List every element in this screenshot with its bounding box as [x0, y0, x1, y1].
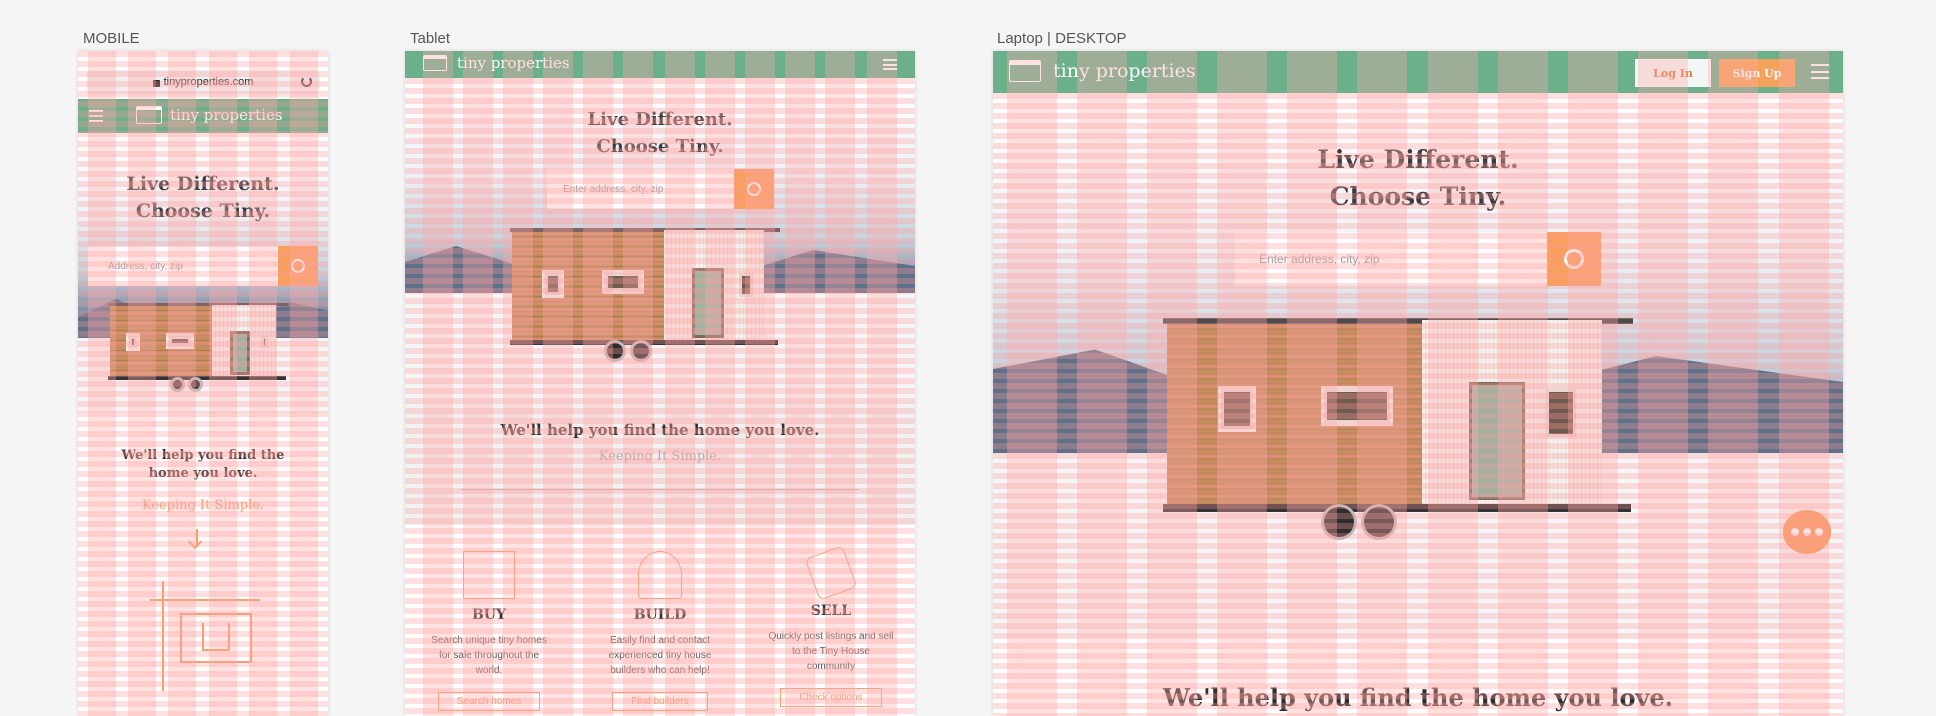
- mobile-subhead: We'll help you find the home you love.: [78, 447, 328, 483]
- sign-up-button[interactable]: Sign Up: [1719, 59, 1795, 87]
- mobile-url-text: tinyproperties.com: [163, 76, 254, 88]
- desktop-headline-line1: Live Different.: [1317, 145, 1519, 174]
- feature-buy-title: BUY: [471, 607, 507, 623]
- tablet-brand[interactable]: tiny properties: [423, 54, 570, 72]
- desktop-headline: Live Different. Choose Tiny.: [993, 141, 1843, 215]
- tablet-tiny-house-image: [510, 228, 780, 368]
- tablet-divider: [461, 489, 859, 490]
- desktop-tiny-house-image: [1163, 318, 1633, 548]
- tablet-menu-icon[interactable]: [883, 59, 897, 70]
- tablet-headline-line2: Choose Tiny.: [596, 136, 724, 157]
- tablet-brand-name: tiny properties: [457, 54, 570, 72]
- mobile-search-button[interactable]: [278, 246, 318, 286]
- desktop-headline-line2: Choose Tiny.: [1329, 182, 1507, 211]
- tablet-nav-bar: tiny properties: [405, 51, 915, 78]
- search-icon: [747, 182, 761, 196]
- tablet-tagline: Keeping It Simple.: [598, 449, 722, 464]
- feature-buy: BUY Search unique tiny homes for sale th…: [425, 551, 553, 711]
- mobile-tiny-house-image: [108, 303, 288, 393]
- mobile-brand-name: tiny properties: [170, 106, 283, 124]
- mobile-headline-line1: Live Different.: [126, 173, 280, 195]
- desktop-artboard: tiny properties Log In Sign Up Live Diff…: [993, 51, 1843, 716]
- desktop-brand[interactable]: tiny properties: [1009, 60, 1196, 82]
- feature-sell-desc: Quickly post listings and sell to the Ti…: [768, 631, 894, 672]
- feature-build: BUILD Easily find and contact experience…: [596, 551, 724, 711]
- feature-buy-desc: Search unique tiny homes for sale throug…: [431, 635, 547, 676]
- mobile-subhead-line2: home you love.: [148, 466, 258, 481]
- mobile-brand[interactable]: tiny properties: [136, 106, 283, 124]
- reload-icon[interactable]: [301, 76, 312, 87]
- mobile-nav-bar: tiny properties: [78, 99, 328, 133]
- mobile-url-bar[interactable]: tinyproperties.com: [86, 70, 320, 94]
- tablet-headline: Live Different. Choose Tiny.: [405, 106, 915, 160]
- desktop-search-button[interactable]: [1547, 232, 1601, 286]
- tiny-house-logo-icon: [136, 106, 162, 124]
- mobile-search-input[interactable]: Address, city, zip: [88, 246, 278, 286]
- tablet-search: Enter address, city, zip: [547, 169, 774, 209]
- tablet-headline-line1: Live Different.: [587, 109, 733, 130]
- find-builders-button[interactable]: Find builders: [612, 692, 708, 711]
- feature-sell-title: SELL: [810, 603, 852, 619]
- price-tag-icon: [804, 545, 858, 601]
- mobile-artboard: tinyproperties.com tiny properties Live …: [78, 51, 328, 716]
- desktop-subhead: We'll help you find the home you love.: [1162, 683, 1674, 712]
- feature-sell: SELL Quickly post listings and sell to t…: [767, 545, 895, 707]
- desktop-brand-name: tiny properties: [1053, 60, 1196, 82]
- log-in-button[interactable]: Log In: [1635, 59, 1711, 87]
- compass-tool-icon: [638, 551, 682, 599]
- tablet-artboard: tiny properties Live Different. Choose T…: [405, 51, 915, 716]
- desktop-frame-label: Laptop | DESKTOP: [997, 30, 1127, 47]
- mobile-headline-line2: Choose Tiny.: [135, 200, 271, 222]
- tablet-search-input[interactable]: Enter address, city, zip: [547, 169, 734, 209]
- tablet-search-button[interactable]: [734, 169, 774, 209]
- tablet-subhead: We'll help you find the home you love.: [500, 421, 820, 439]
- for-sale-sign-icon: [150, 581, 260, 691]
- tablet-frame-label: Tablet: [410, 30, 451, 47]
- arrow-down-icon[interactable]: [187, 529, 203, 550]
- for-sale-sign-icon: [463, 551, 515, 599]
- desktop-menu-icon[interactable]: [1811, 64, 1829, 79]
- mobile-menu-icon[interactable]: [89, 110, 103, 122]
- desktop-search: Enter address, city, zip: [1235, 232, 1601, 286]
- search-homes-button[interactable]: Search homes: [437, 692, 541, 711]
- mobile-frame-label: MOBILE: [83, 30, 140, 47]
- desktop-search-input[interactable]: Enter address, city, zip: [1235, 232, 1547, 286]
- mobile-headline: Live Different. Choose Tiny.: [78, 171, 328, 225]
- mobile-tagline: Keeping It Simple.: [141, 498, 265, 513]
- search-icon: [1564, 249, 1584, 269]
- feature-build-desc: Easily find and contact experienced tiny…: [608, 635, 712, 676]
- lock-icon: [152, 79, 160, 87]
- desktop-nav-bar: tiny properties Log In Sign Up: [993, 51, 1843, 93]
- check-options-button[interactable]: Check options: [780, 688, 882, 707]
- mobile-search: Address, city, zip: [88, 246, 318, 286]
- mobile-subhead-line1: We'll help you find the: [121, 448, 285, 463]
- tiny-house-logo-icon: [1009, 60, 1041, 82]
- tiny-house-logo-icon: [423, 55, 447, 71]
- feature-build-title: BUILD: [633, 607, 687, 623]
- search-icon: [291, 259, 305, 273]
- chat-bubble-icon[interactable]: [1783, 510, 1831, 554]
